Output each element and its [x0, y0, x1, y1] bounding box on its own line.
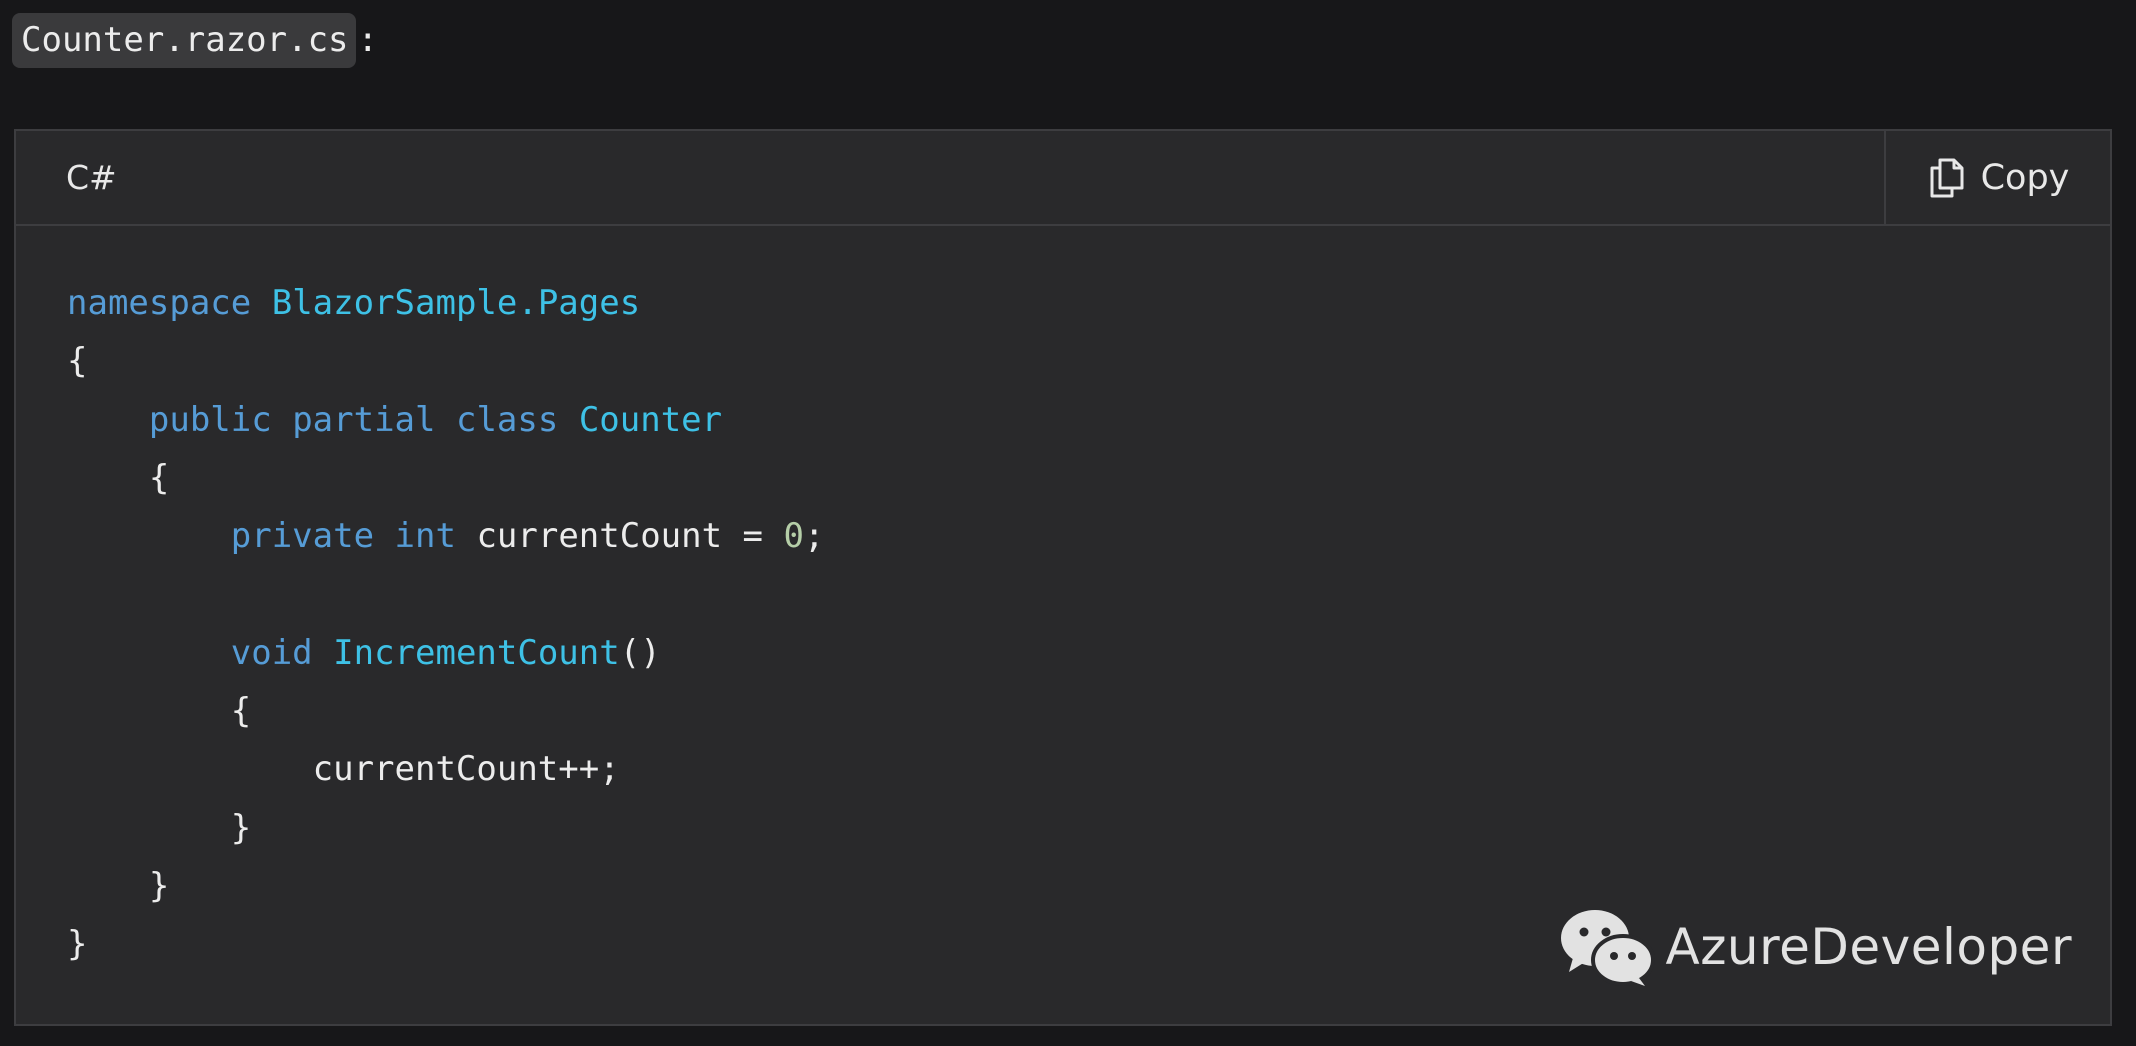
code-line: public partial class Counter	[67, 400, 722, 440]
code-line: }	[67, 866, 169, 906]
code-line: private int currentCount = 0;	[67, 516, 825, 557]
code-body: namespace BlazorSample.Pages { public pa…	[16, 226, 2110, 1024]
code-token: {	[67, 341, 88, 382]
code-token: int	[394, 516, 456, 557]
copy-icon	[1930, 158, 1964, 197]
language-label: C#	[66, 158, 117, 197]
code-line: }	[67, 808, 251, 848]
code-block: C# Copy namespace BlazorSample.Pages { p…	[14, 129, 2112, 1026]
code-token: ;	[803, 516, 825, 557]
file-name-line: Counter.razor.cs:	[12, 11, 378, 69]
code-token: ()	[619, 632, 661, 673]
code-token: public	[148, 399, 272, 440]
code-token: BlazorSample.Pages	[271, 283, 641, 323]
code-line: currentCount++;	[67, 749, 620, 789]
code-line: {	[67, 458, 169, 498]
code-token: void	[230, 632, 313, 673]
code-token: class	[455, 399, 559, 440]
code-token: currentCount++;	[67, 749, 620, 790]
code-token: }	[67, 924, 88, 965]
code-token: Counter	[578, 399, 723, 440]
code-token: namespace	[67, 283, 252, 323]
code-token: {	[67, 457, 170, 498]
code-line: }	[67, 924, 87, 964]
file-name-chip: Counter.razor.cs	[12, 12, 356, 68]
code-line: {	[67, 691, 251, 731]
code-line: {	[67, 341, 87, 381]
code-token: 0	[783, 516, 804, 557]
code-token: private	[230, 516, 375, 557]
code-token: currentCount =	[455, 516, 784, 557]
code-line: namespace BlazorSample.Pages	[67, 283, 640, 323]
code-token: partial	[292, 399, 436, 440]
file-name-colon: :	[357, 20, 378, 60]
code-content: namespace BlazorSample.Pages { public pa…	[67, 274, 824, 974]
copy-button[interactable]: Copy	[1884, 131, 2110, 224]
watermark: AzureDeveloper	[1559, 906, 2072, 988]
code-token: IncrementCount	[333, 632, 620, 673]
code-token: {	[67, 691, 252, 732]
copy-button-label: Copy	[1980, 157, 2070, 198]
code-line: void IncrementCount()	[67, 633, 661, 673]
code-token: }	[67, 865, 170, 906]
code-block-header: C# Copy	[16, 131, 2110, 226]
wechat-icon	[1561, 910, 1656, 986]
code-token: }	[67, 807, 252, 848]
watermark-text: AzureDeveloper	[1665, 918, 2072, 976]
